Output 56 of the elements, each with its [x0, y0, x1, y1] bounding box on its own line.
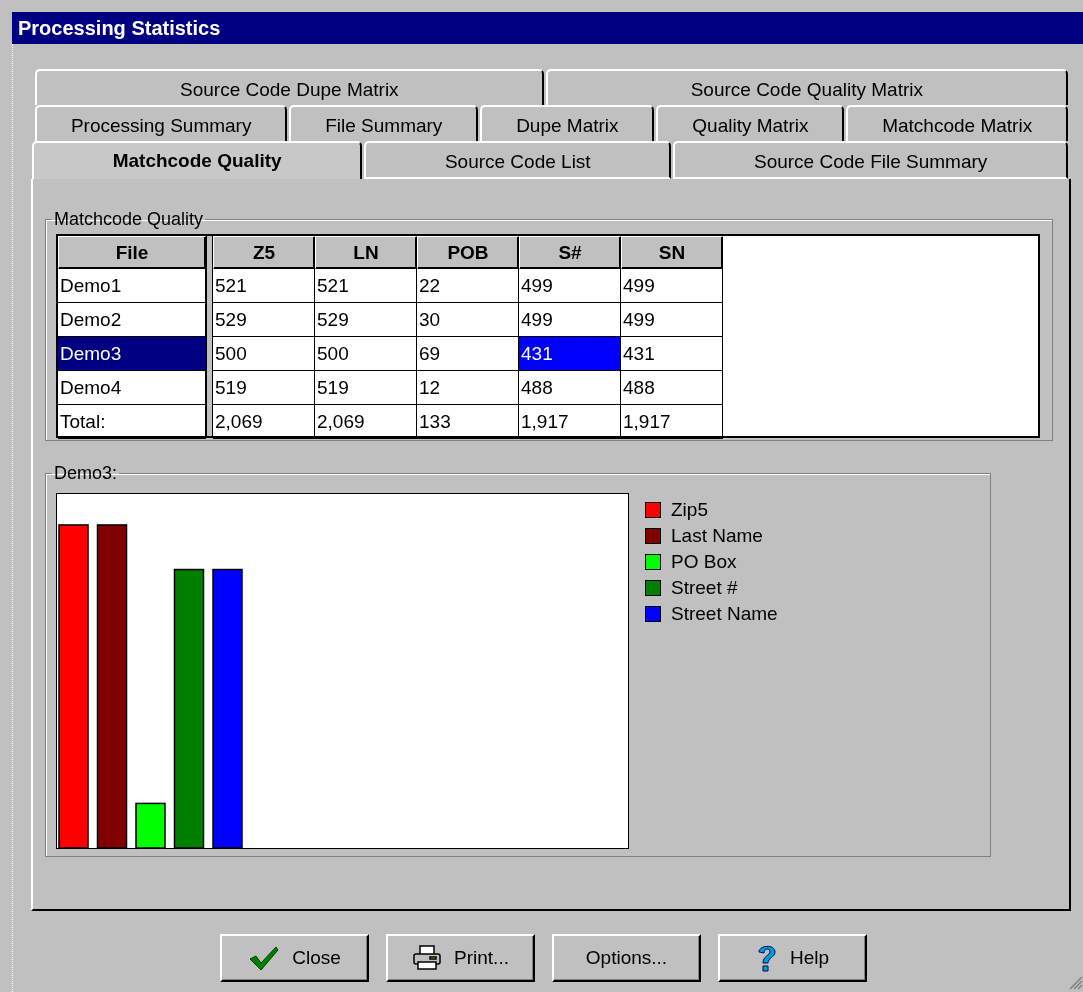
table-cell[interactable]: 529 — [315, 303, 417, 337]
tab[interactable]: Matchcode Matrix — [846, 105, 1068, 141]
table-cell[interactable]: 2,069 — [315, 405, 417, 439]
table-cell[interactable]: 1,917 — [519, 405, 621, 439]
table-cell[interactable]: 431 — [621, 337, 723, 371]
table-cell[interactable]: 519 — [315, 371, 417, 405]
table-cell[interactable]: 22 — [417, 269, 519, 303]
tab[interactable]: File Summary — [289, 105, 479, 141]
tab[interactable]: Source Code Quality Matrix — [545, 69, 1068, 105]
group-label: Demo3: — [53, 463, 119, 484]
table-cell[interactable]: 499 — [621, 303, 723, 337]
column-header[interactable]: POB — [417, 236, 519, 269]
dialog-button[interactable]: Help — [718, 934, 867, 982]
tab[interactable]: Processing Summary — [35, 105, 288, 141]
table-cell[interactable]: 30 — [417, 303, 519, 337]
help-icon — [755, 943, 778, 973]
table-cell[interactable]: 521 — [213, 269, 315, 303]
column-header[interactable]: LN — [315, 236, 417, 269]
table-cell[interactable]: 2,069 — [213, 405, 315, 439]
table-cell[interactable]: 431 — [519, 337, 621, 371]
window-title: Processing Statistics — [12, 12, 1083, 44]
checkmark-icon — [248, 944, 281, 972]
table-cell[interactable]: 12 — [417, 371, 519, 405]
column-header[interactable]: Z5 — [213, 236, 315, 269]
column-header[interactable]: S# — [519, 236, 621, 269]
table-cell[interactable]: 521 — [315, 269, 417, 303]
dialog-button[interactable]: Options... — [552, 934, 701, 982]
dialog-button[interactable]: Close — [220, 934, 369, 982]
table-cell[interactable]: 519 — [213, 371, 315, 405]
table-cell[interactable]: 133 — [417, 405, 519, 439]
tab[interactable]: Dupe Matrix — [480, 105, 655, 141]
table-cell[interactable]: 488 — [621, 371, 723, 405]
legend-label: Street # — [671, 577, 738, 599]
table-cell[interactable]: Demo3 — [58, 337, 206, 371]
legend-label: PO Box — [671, 551, 737, 573]
table-cell[interactable]: 529 — [213, 303, 315, 337]
table-cell[interactable]: 500 — [315, 337, 417, 371]
tab[interactable]: Source Code Dupe Matrix — [35, 69, 544, 105]
tab[interactable]: Matchcode Quality — [32, 141, 363, 179]
table-cell[interactable]: 488 — [519, 371, 621, 405]
table-cell[interactable]: 1,917 — [621, 405, 723, 439]
table-cell[interactable]: 500 — [213, 337, 315, 371]
tab[interactable]: Source Code List — [364, 141, 672, 179]
resize-grip-icon[interactable] — [1069, 976, 1083, 990]
column-header[interactable]: File — [58, 236, 206, 269]
tab[interactable]: Source Code File Summary — [673, 141, 1068, 179]
printer-icon — [412, 945, 443, 971]
column-header[interactable]: SN — [621, 236, 723, 269]
table-cell[interactable]: 499 — [621, 269, 723, 303]
dialog-button[interactable]: Print... — [386, 934, 535, 982]
legend-label: Street Name — [671, 603, 778, 625]
tab[interactable]: Quality Matrix — [656, 105, 845, 141]
legend-label: Zip5 — [671, 499, 708, 521]
table-cell[interactable]: 499 — [519, 269, 621, 303]
group-label: Matchcode Quality — [53, 209, 205, 230]
legend-label: Last Name — [671, 525, 763, 547]
